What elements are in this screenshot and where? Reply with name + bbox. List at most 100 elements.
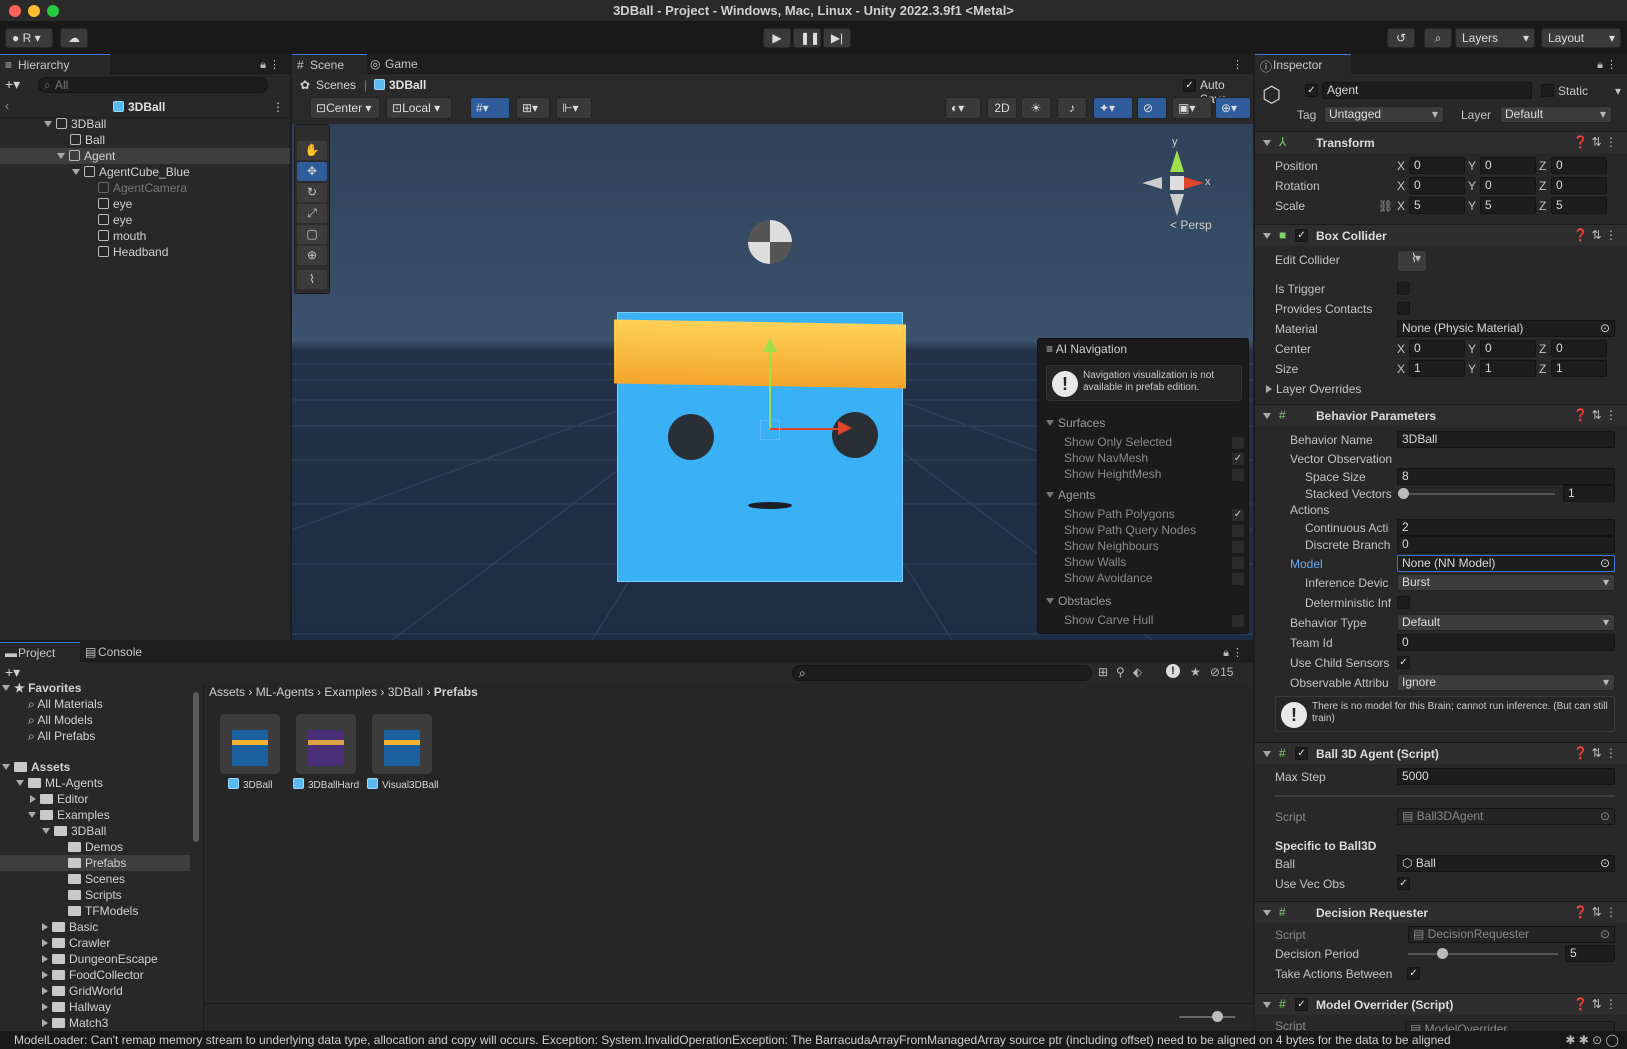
component-enabled-checkbox[interactable]: ✓	[1295, 747, 1308, 760]
agent-eye-right[interactable]	[832, 412, 878, 458]
box-collider-header[interactable]: ■ ✓ Box Collider ❓ ⇅ ⋮	[1255, 224, 1627, 246]
nav-option-checkbox[interactable]	[1232, 541, 1244, 553]
folder-item[interactable]: 3DBall	[42, 823, 106, 839]
behavior-parameters-header[interactable]: # Behavior Parameters ❓ ⇅ ⋮	[1255, 404, 1627, 426]
hierarchy-search-input[interactable]: ⌕ All	[38, 77, 268, 93]
audio-button[interactable]: ♪	[1057, 97, 1087, 119]
move-gizmo-x[interactable]	[770, 428, 840, 430]
nav-option-checkbox[interactable]: ✓	[1232, 453, 1244, 465]
model-overrider-header[interactable]: # ✓ Model Overrider (Script) ❓ ⇅ ⋮	[1255, 993, 1627, 1015]
nav-option-checkbox[interactable]	[1232, 437, 1244, 449]
stacked-vectors-slider-track[interactable]	[1403, 493, 1555, 495]
move-gizmo-y[interactable]	[769, 346, 771, 430]
transform-tool-button[interactable]: ⊕	[297, 246, 327, 265]
space-size-input[interactable]: 8	[1397, 468, 1615, 485]
add-object-button[interactable]: +▾	[5, 76, 20, 93]
rotation-x-axis-label[interactable]: X	[1397, 178, 1405, 194]
account-dropdown[interactable]: ● R ▾	[5, 28, 53, 48]
model-field[interactable]: None (NN Model) ⊙	[1397, 555, 1615, 572]
nav-option-row[interactable]: Show Carve Hull	[1064, 613, 1153, 627]
favorite-item[interactable]: ⌕ All Prefabs	[28, 728, 95, 744]
nav-option-row[interactable]: Show Only Selected	[1064, 435, 1172, 449]
use-vec-obs-checkbox[interactable]: ✓	[1397, 877, 1410, 890]
rotate-tool-button[interactable]: ↻	[297, 183, 327, 202]
nav-option-row[interactable]: Show Path Query Nodes	[1064, 523, 1196, 537]
path-segment[interactable]: ML-Agents	[256, 685, 314, 699]
custom-tool-button[interactable]: ⌇	[297, 270, 327, 289]
status-icons[interactable]: ✱ ✱ ⊙ ◯	[1520, 1031, 1627, 1049]
position-y-input[interactable]: 0	[1480, 157, 1536, 174]
transform-header[interactable]: ⅄ Transform ❓ ⇅ ⋮	[1255, 131, 1627, 153]
back-arrow-icon[interactable]: ‹	[5, 99, 9, 113]
layer-overrides-foldout[interactable]: Layer Overrides	[1266, 381, 1361, 397]
scale-tool-button[interactable]: ⤢	[297, 204, 327, 223]
object-name-input[interactable]: Agent	[1322, 82, 1532, 99]
folder-item-selected[interactable]: Prefabs	[0, 855, 190, 871]
hierarchy-item[interactable]: AgentCamera	[98, 180, 187, 196]
nav-option-checkbox[interactable]	[1232, 615, 1244, 627]
folder-item[interactable]: Scenes	[68, 871, 125, 887]
behavior-type-dropdown[interactable]: Default	[1397, 614, 1615, 631]
snap-increment-button[interactable]: ⊞▾	[516, 97, 550, 119]
visibility-button[interactable]: ⊘	[1137, 97, 1167, 119]
hierarchy-item[interactable]: 3DBall	[44, 116, 106, 132]
breadcrumb-scenes[interactable]: Scenes	[316, 78, 356, 92]
nav-option-checkbox[interactable]	[1232, 525, 1244, 537]
edit-collider-button[interactable]: ⌇	[1397, 250, 1427, 272]
star-icon[interactable]: ★	[1190, 665, 1201, 679]
history-button[interactable]: ↺	[1387, 28, 1415, 48]
space-dropdown[interactable]: ⊡Local ▾	[386, 97, 452, 119]
scale-z-axis-label[interactable]: Z	[1539, 198, 1546, 214]
scale-y-axis-label[interactable]: Y	[1468, 198, 1476, 214]
nav-option-checkbox[interactable]	[1232, 469, 1244, 481]
is-trigger-checkbox[interactable]	[1397, 282, 1410, 295]
nav-option-row[interactable]: Show NavMesh	[1064, 451, 1148, 465]
lock-icon[interactable]: 🔒︎ ⋮	[1223, 646, 1243, 660]
size-x-input[interactable]: 1	[1409, 360, 1465, 377]
path-segment[interactable]: Examples	[324, 685, 377, 699]
move-gizmo-center[interactable]	[760, 420, 780, 440]
component-menu-icons[interactable]: ❓ ⇅ ⋮	[1573, 746, 1617, 760]
folder-item[interactable]: Examples	[28, 807, 110, 823]
gizmos-dropdown[interactable]: ⊕▾	[1215, 97, 1251, 119]
component-enabled-checkbox[interactable]: ✓	[1295, 229, 1308, 242]
tab-game[interactable]: ◎ Game	[367, 54, 442, 74]
asset-label[interactable]: 3DBallHard	[293, 778, 359, 791]
hierarchy-item[interactable]: eye	[98, 196, 132, 212]
layout-dropdown[interactable]: Layout ▾	[1541, 28, 1621, 48]
favorite-item[interactable]: ⌕ All Models	[28, 712, 93, 728]
folder-item[interactable]: DungeonEscape	[42, 951, 158, 967]
breadcrumb-current[interactable]: 3DBall	[374, 78, 426, 92]
object-picker-icon[interactable]: ⊙	[1600, 556, 1610, 571]
folder-item[interactable]: Crawler	[42, 935, 110, 951]
position-x-axis-label[interactable]: X	[1397, 158, 1405, 174]
tab-hierarchy[interactable]: ≡ Hierarchy	[0, 54, 110, 74]
surfaces-header[interactable]: Surfaces	[1046, 416, 1105, 430]
component-menu-icons[interactable]: ❓ ⇅ ⋮	[1573, 228, 1617, 242]
folder-item[interactable]: Basic	[42, 919, 98, 935]
center-y-axis-label[interactable]: Y	[1468, 341, 1476, 357]
nav-option-row[interactable]: Show Path Polygons	[1064, 507, 1175, 521]
cloud-button[interactable]: ☁	[60, 28, 88, 48]
nav-option-checkbox[interactable]	[1232, 573, 1244, 585]
deterministic-inference-checkbox[interactable]	[1397, 596, 1410, 609]
center-x-input[interactable]: 0	[1409, 340, 1465, 357]
folder-item[interactable]: Match3	[42, 1015, 108, 1031]
ball3d-agent-header[interactable]: # ✓ Ball 3D Agent (Script) ❓ ⇅ ⋮	[1255, 742, 1627, 764]
path-segment-current[interactable]: Prefabs	[434, 685, 478, 699]
pivot-dropdown[interactable]: ⊡Center ▾	[310, 97, 380, 119]
scale-x-axis-label[interactable]: X	[1397, 198, 1405, 214]
status-bar[interactable]: ModelLoader: Can't remap memory stream t…	[0, 1031, 1627, 1049]
decision-period-input[interactable]: 5	[1565, 945, 1615, 962]
zoom-slider-track[interactable]	[1179, 1016, 1235, 1018]
max-step-input[interactable]: 5000	[1397, 768, 1615, 785]
nav-option-row[interactable]: Show Neighbours	[1064, 539, 1159, 553]
create-asset-button[interactable]: +▾	[5, 664, 20, 681]
decision-period-slider-track[interactable]	[1408, 953, 1558, 955]
asset-label[interactable]: 3DBall	[228, 778, 272, 791]
lock-icon[interactable]: 🔒︎ ⋮	[1597, 58, 1617, 72]
size-x-axis-label[interactable]: X	[1397, 361, 1405, 377]
align-button[interactable]: ⊩▾	[556, 97, 592, 119]
tree-scrollbar[interactable]	[193, 692, 199, 842]
discrete-branches-input[interactable]: 0	[1397, 536, 1615, 553]
